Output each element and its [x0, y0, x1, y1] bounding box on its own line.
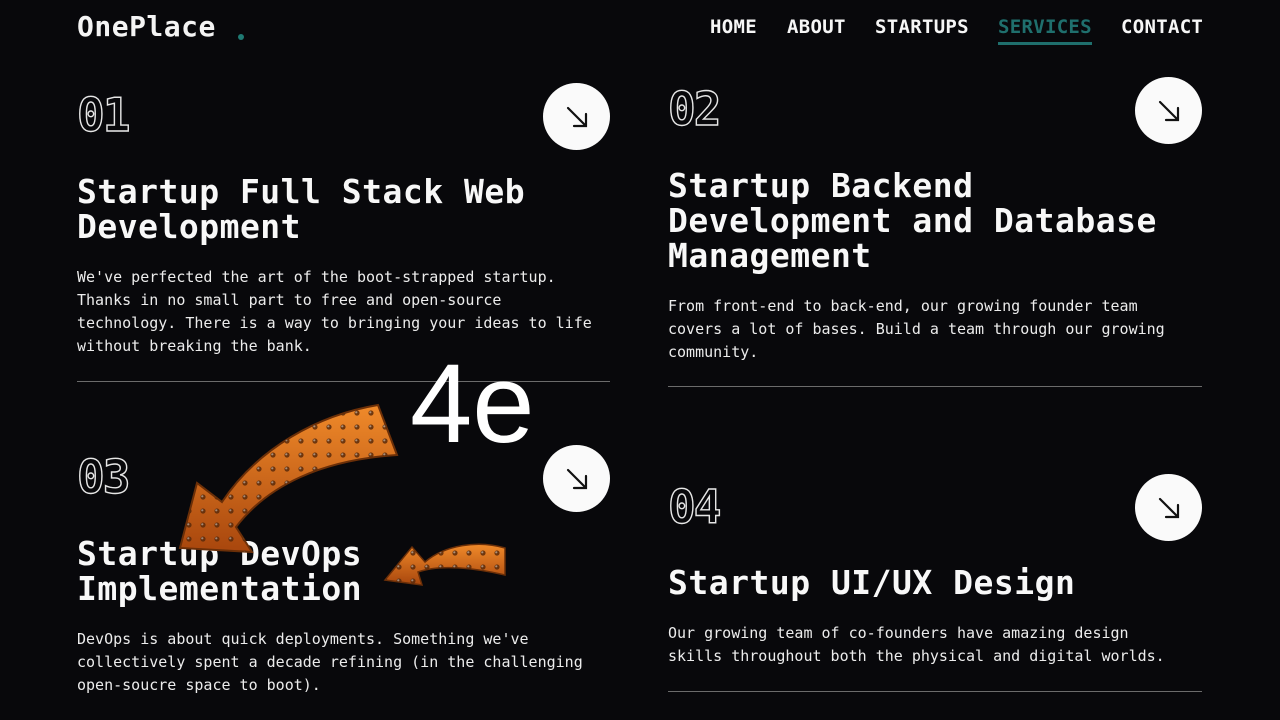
orange-marquee-arrow-icon	[178, 403, 506, 586]
